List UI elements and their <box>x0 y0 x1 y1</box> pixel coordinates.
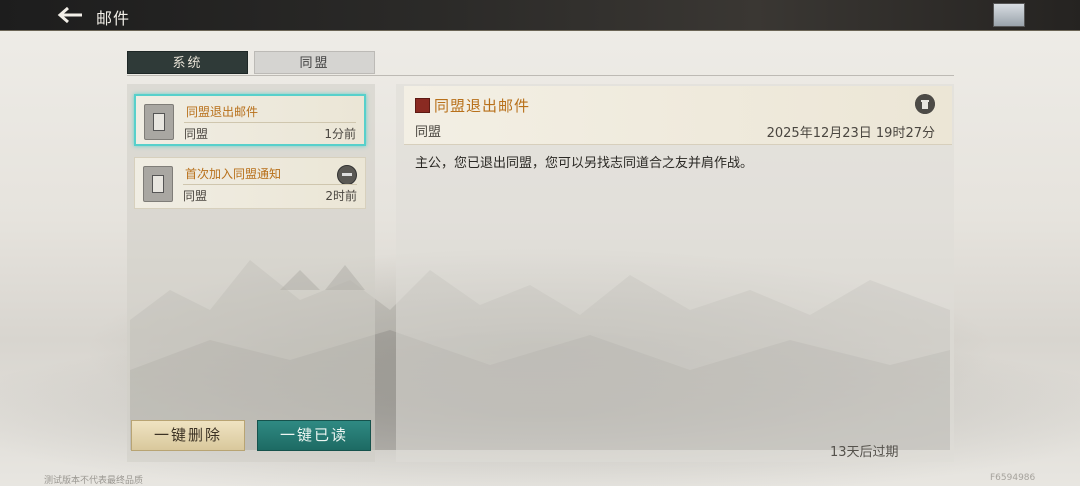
mail-time: 2时前 <box>325 189 357 203</box>
mail-body: 主公，您已退出同盟，您可以另找志同道合之友并肩作战。 <box>415 156 754 171</box>
delete-all-button[interactable]: 一键删除 <box>131 420 245 451</box>
back-arrow-icon[interactable] <box>56 6 84 24</box>
mail-subject: 同盟退出邮件 <box>186 105 259 119</box>
divider <box>183 184 357 185</box>
mail-item-alliance-exit[interactable]: 同盟退出邮件 同盟 1分前 <box>134 94 366 146</box>
seal-icon <box>415 98 430 113</box>
mail-sender: 同盟 <box>184 127 209 141</box>
trash-icon[interactable] <box>915 94 935 114</box>
mail-envelope-icon <box>143 166 173 202</box>
mail-item-first-join[interactable]: 首次加入同盟通知 同盟 2时前 <box>134 157 366 209</box>
top-bar: 邮件 <box>0 0 1080 31</box>
mail-detail-sender: 同盟 <box>415 125 442 140</box>
tab-system[interactable]: 系统 <box>127 51 248 74</box>
tab-alliance[interactable]: 同盟 <box>254 51 375 74</box>
mail-time: 1分前 <box>324 127 356 141</box>
mail-sender: 同盟 <box>183 189 208 203</box>
map-icon[interactable] <box>993 3 1025 27</box>
expire-notice: 13天后过期 <box>830 445 899 460</box>
mail-detail-date: 2025年12月23日 19时27分 <box>766 126 935 141</box>
mail-envelope-icon <box>144 104 174 140</box>
tab-divider <box>127 75 954 76</box>
read-all-button[interactable]: 一键已读 <box>257 420 371 451</box>
attachment-icon <box>337 165 357 185</box>
mail-detail-title: 同盟退出邮件 <box>434 97 531 115</box>
disclaimer-text: 测试版本不代表最终品质 <box>44 476 144 486</box>
mail-subject: 首次加入同盟通知 <box>185 167 282 181</box>
page-title: 邮件 <box>96 9 131 28</box>
build-id-text: F6594986 <box>990 473 1036 483</box>
divider <box>184 122 356 123</box>
